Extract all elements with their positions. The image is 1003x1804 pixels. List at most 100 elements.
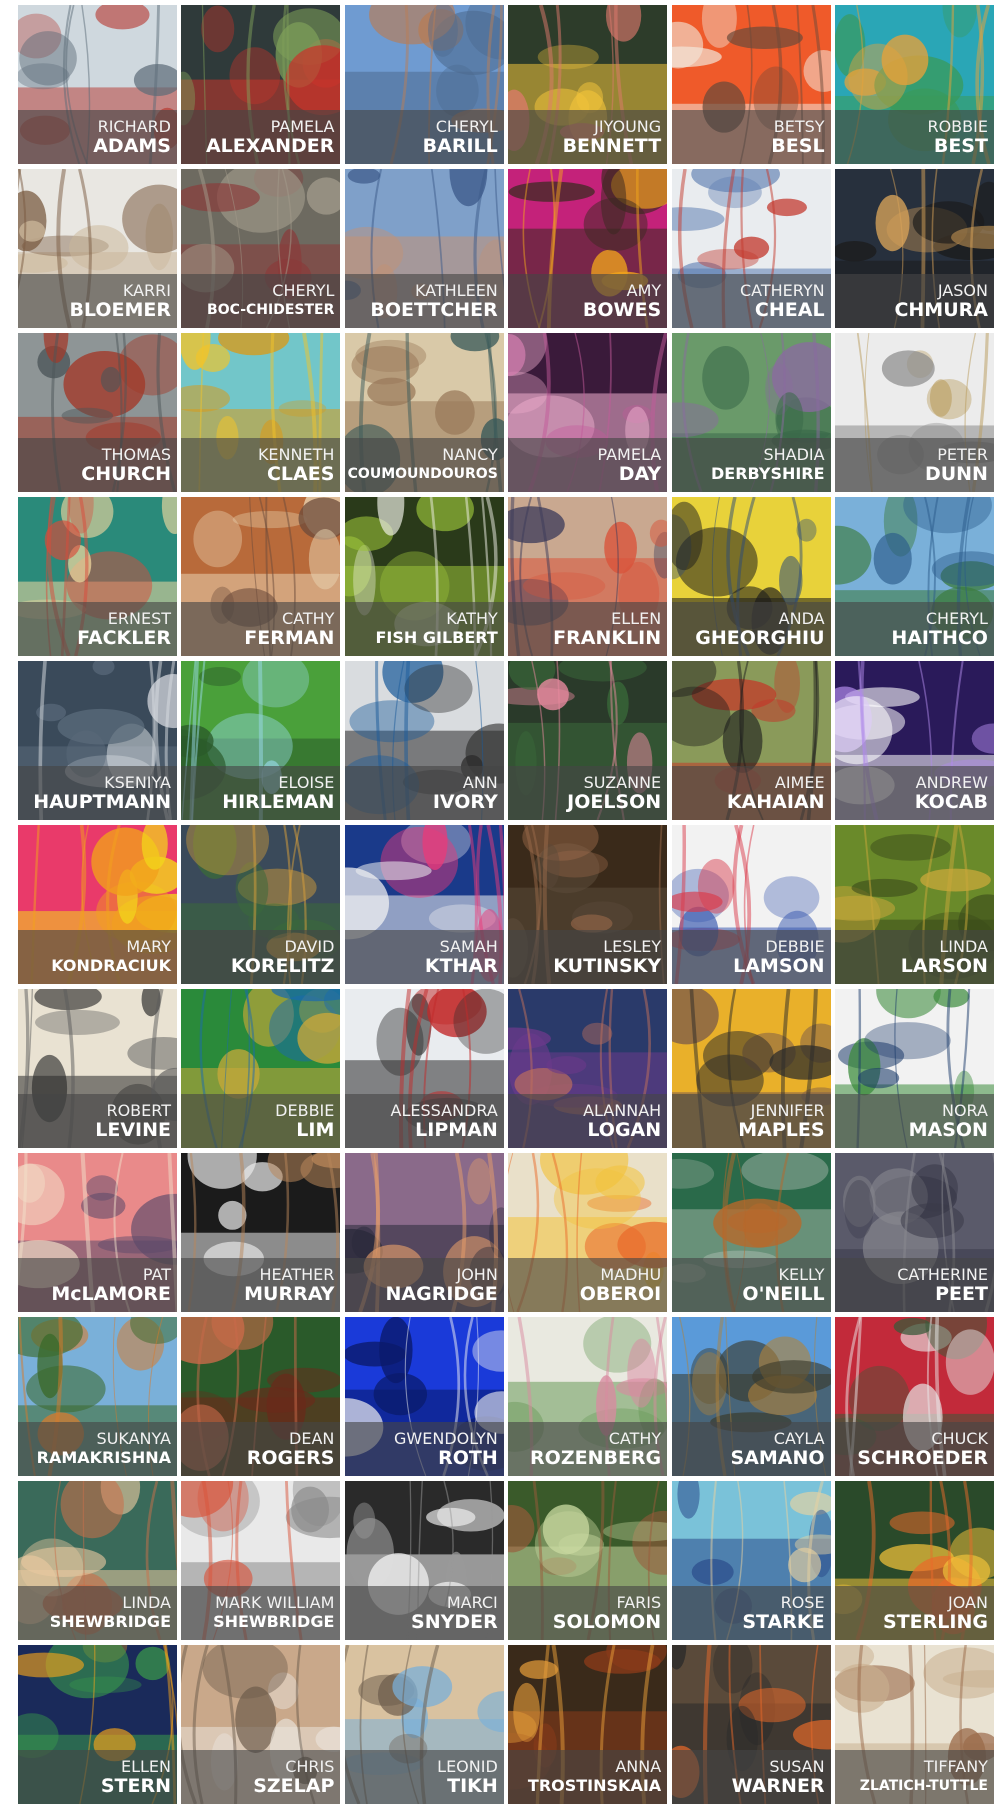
artist-tile[interactable]: ANNA TROSTINSKAIA bbox=[508, 1645, 668, 1804]
artist-tile[interactable]: ANDA GHEORGHIU bbox=[671, 497, 831, 656]
artist-tile[interactable]: CATHERINE PEET bbox=[834, 1153, 994, 1312]
artist-first-name: ANNA bbox=[615, 1757, 662, 1776]
artist-tile[interactable]: MARY KONDRACIUK bbox=[18, 825, 177, 984]
artist-tile[interactable]: SAMAH KTHAR bbox=[344, 825, 504, 984]
artist-last-name: ALEXANDER bbox=[205, 135, 335, 157]
artist-caption: ERNEST FACKLER bbox=[18, 602, 177, 656]
artist-tile[interactable]: ALANNAH LOGAN bbox=[508, 989, 668, 1148]
artist-first-name: CHRIS bbox=[285, 1757, 335, 1776]
artist-caption: NANCY COUMOUNDOUROS bbox=[344, 438, 504, 492]
artist-first-name: MARCI bbox=[446, 1593, 498, 1612]
artist-first-name: KATHLEEN bbox=[414, 281, 498, 300]
artist-tile[interactable]: NORA MASON bbox=[834, 989, 994, 1148]
artist-caption: SUKANYA RAMAKRISHNA bbox=[18, 1422, 177, 1476]
artist-tile[interactable]: ROBERT LEVINE bbox=[18, 989, 177, 1148]
artist-last-name: BOC-CHIDESTER bbox=[207, 302, 335, 318]
artist-tile[interactable]: CHERYL HAITHCO bbox=[834, 497, 994, 656]
artist-tile[interactable]: KSENIYA HAUPTMANN bbox=[18, 661, 177, 820]
artist-tile[interactable]: MARCI SNYDER bbox=[344, 1481, 504, 1640]
artist-tile[interactable]: FARIS SOLOMON bbox=[508, 1481, 668, 1640]
artist-tile[interactable]: ELOISE HIRLEMAN bbox=[181, 661, 341, 820]
artist-tile[interactable]: LEONID TIKH bbox=[344, 1645, 504, 1804]
artist-tile[interactable]: KENNETH CLAES bbox=[181, 333, 341, 492]
artist-first-name: JOHN bbox=[456, 1265, 498, 1284]
artist-tile[interactable]: ALESSANDRA LIPMAN bbox=[344, 989, 504, 1148]
artist-tile[interactable]: SUZANNE JOELSON bbox=[508, 661, 668, 820]
artist-first-name: MARK WILLIAM bbox=[215, 1593, 335, 1612]
artist-caption: TIFFANY ZLATICH-TUTTLE bbox=[834, 1750, 994, 1804]
artist-tile[interactable]: DEAN ROGERS bbox=[181, 1317, 341, 1476]
artist-tile[interactable]: DEBBIE LAMSON bbox=[671, 825, 831, 984]
artist-caption: AIMEE KAHAIAN bbox=[671, 766, 831, 820]
artist-tile[interactable]: NANCY COUMOUNDOUROS bbox=[344, 333, 504, 492]
artist-tile[interactable]: SHADIA DERBYSHIRE bbox=[671, 333, 831, 492]
artist-tile[interactable]: KELLY O'NEILL bbox=[671, 1153, 831, 1312]
artist-first-name: MADHU bbox=[600, 1265, 662, 1284]
artist-tile[interactable]: KATHY FISH GILBERT bbox=[344, 497, 504, 656]
artist-tile[interactable]: CATHY FERMAN bbox=[181, 497, 341, 656]
artist-tile[interactable]: ERNEST FACKLER bbox=[18, 497, 177, 656]
artist-tile[interactable]: JOAN STERLING bbox=[834, 1481, 994, 1640]
artist-tile[interactable]: DAVID KORELITZ bbox=[181, 825, 341, 984]
artist-tile[interactable]: MADHU OBEROI bbox=[508, 1153, 668, 1312]
artist-tile[interactable]: JASON CHMURA bbox=[834, 169, 994, 328]
artist-tile[interactable]: PAMELA DAY bbox=[508, 333, 668, 492]
artist-last-name: ADAMS bbox=[93, 135, 171, 157]
artist-tile[interactable]: CHRIS SZELAP bbox=[181, 1645, 341, 1804]
artist-first-name: GWENDOLYN bbox=[394, 1429, 498, 1448]
artist-tile[interactable]: LESLEY KUTINSKY bbox=[508, 825, 668, 984]
artist-tile[interactable]: CATHY ROZENBERG bbox=[508, 1317, 668, 1476]
artist-caption: CHUCK SCHROEDER bbox=[834, 1422, 994, 1476]
artist-tile[interactable]: LINDA SHEWBRIDGE bbox=[18, 1481, 177, 1640]
artist-tile[interactable]: KARRI BLOEMER bbox=[18, 169, 177, 328]
artist-tile[interactable]: DEBBIE LIM bbox=[181, 989, 341, 1148]
artist-tile[interactable]: SUSAN WARNER bbox=[671, 1645, 831, 1804]
artist-tile[interactable]: HEATHER MURRAY bbox=[181, 1153, 341, 1312]
artist-last-name: MASON bbox=[908, 1119, 988, 1141]
artist-first-name: ELLEN bbox=[611, 609, 662, 628]
artist-tile[interactable]: BETSY BESL bbox=[671, 5, 831, 164]
artist-caption: CATHY ROZENBERG bbox=[508, 1422, 668, 1476]
artist-caption: MARK WILLIAM SHEWBRIDGE bbox=[181, 1586, 341, 1640]
artist-caption: SUZANNE JOELSON bbox=[508, 766, 668, 820]
artist-tile[interactable]: CAYLA SAMANO bbox=[671, 1317, 831, 1476]
artist-tile[interactable]: RICHARD ADAMS bbox=[18, 5, 177, 164]
artist-last-name: GHEORGHIU bbox=[695, 627, 825, 649]
artist-tile[interactable]: MARK WILLIAM SHEWBRIDGE bbox=[181, 1481, 341, 1640]
artist-tile[interactable]: KATHLEEN BOETTCHER bbox=[344, 169, 504, 328]
artist-tile[interactable]: JENNIFER MAPLES bbox=[671, 989, 831, 1148]
artist-first-name: ROBBIE bbox=[927, 117, 988, 136]
artist-caption: JOAN STERLING bbox=[834, 1586, 994, 1640]
artist-first-name: JOAN bbox=[948, 1593, 988, 1612]
artist-caption: DAVID KORELITZ bbox=[181, 930, 341, 984]
artist-tile[interactable]: ROSE STARKE bbox=[671, 1481, 831, 1640]
artist-tile[interactable]: GWENDOLYN ROTH bbox=[344, 1317, 504, 1476]
artist-tile[interactable]: JOHN NAGRIDGE bbox=[344, 1153, 504, 1312]
artist-tile[interactable]: LINDA LARSON bbox=[834, 825, 994, 984]
artist-tile[interactable]: ANDREW KOCAB bbox=[834, 661, 994, 820]
artist-caption: CAYLA SAMANO bbox=[671, 1422, 831, 1476]
artist-tile[interactable]: CHUCK SCHROEDER bbox=[834, 1317, 994, 1476]
artist-tile[interactable]: PAT McLAMORE bbox=[18, 1153, 177, 1312]
artist-tile[interactable]: CATHERYN CHEAL bbox=[671, 169, 831, 328]
artist-tile[interactable]: TIFFANY ZLATICH-TUTTLE bbox=[834, 1645, 994, 1804]
artist-tile[interactable]: ELLEN STERN bbox=[18, 1645, 177, 1804]
artist-last-name: STARKE bbox=[742, 1611, 825, 1633]
artist-tile[interactable]: ROBBIE BEST bbox=[834, 5, 994, 164]
artist-tile[interactable]: SUKANYA RAMAKRISHNA bbox=[18, 1317, 177, 1476]
artist-last-name: FRANKLIN bbox=[553, 627, 662, 649]
artist-tile[interactable]: PAMELA ALEXANDER bbox=[181, 5, 341, 164]
artist-tile[interactable]: CHERYL BARILL bbox=[344, 5, 504, 164]
artist-tile[interactable]: AIMEE KAHAIAN bbox=[671, 661, 831, 820]
artist-tile[interactable]: THOMAS CHURCH bbox=[18, 333, 177, 492]
artist-tile[interactable]: ELLEN FRANKLIN bbox=[508, 497, 668, 656]
artist-tile[interactable]: CHERYL BOC-CHIDESTER bbox=[181, 169, 341, 328]
artist-first-name: NORA bbox=[941, 1101, 988, 1120]
artist-tile[interactable]: ANN IVORY bbox=[344, 661, 504, 820]
artist-tile[interactable]: AMY BOWES bbox=[508, 169, 668, 328]
artist-first-name: SUSAN bbox=[769, 1757, 825, 1776]
artist-grid: RICHARD ADAMS PAMELA ALEXANDER CHERYL BARILL J… bbox=[18, 5, 999, 1804]
artist-tile[interactable]: JIYOUNG BENNETT bbox=[508, 5, 668, 164]
artist-last-name: PEET bbox=[935, 1283, 988, 1305]
artist-tile[interactable]: PETER DUNN bbox=[834, 333, 994, 492]
